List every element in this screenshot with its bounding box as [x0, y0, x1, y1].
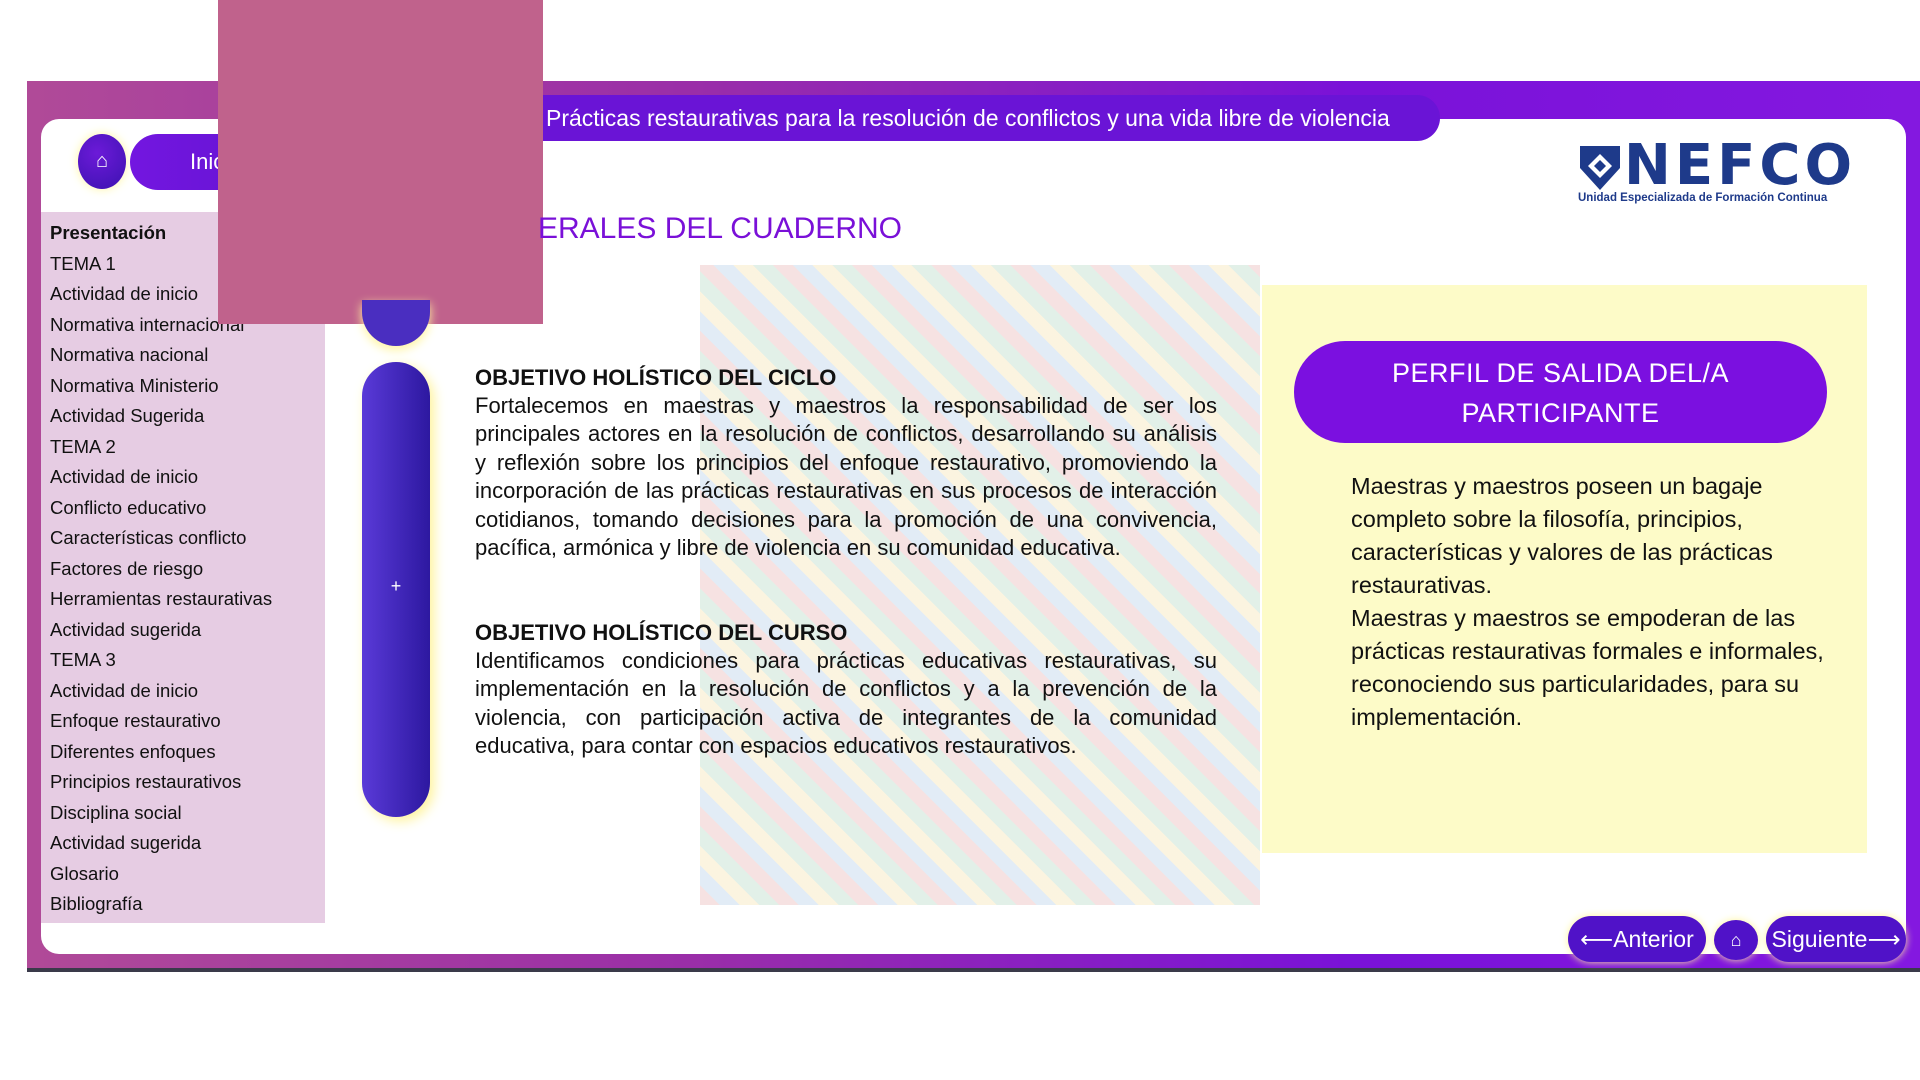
objetivo-curso-text: Identificamos condiciones para prácticas… [475, 648, 1217, 759]
objetivo-curso-heading: OBJETIVO HOLÍSTICO DEL CURSO [475, 620, 848, 645]
home-icon: ⌂ [95, 150, 109, 172]
sidebar-item-actividad-inicio-2[interactable]: Actividad de inicio [41, 462, 325, 493]
perfil-title: PERFIL DE SALIDA DEL/A PARTICIPANTE [1294, 341, 1827, 443]
sidebar-item-diferentes-enfoques[interactable]: Diferentes enfoques [41, 737, 325, 768]
background-pattern [700, 265, 1260, 905]
sidebar-item-actividad-sugerida-1[interactable]: Actividad Sugerida [41, 401, 325, 432]
objetivo-ciclo-text: Fortalecemos en maestras y maestros la r… [475, 393, 1217, 561]
sidebar-item-normativa-ministerio[interactable]: Normativa Ministerio [41, 371, 325, 402]
anterior-button[interactable]: ⟵Anterior [1568, 916, 1706, 962]
perfil-paragraph-1: Maestras y maestros poseen un bagaje com… [1351, 473, 1773, 598]
course-title-bar: Prácticas restaurativas para la resoluci… [520, 95, 1440, 141]
sidebar-item-tema-3[interactable]: TEMA 3 [41, 645, 325, 676]
sidebar-item-actividad-sugerida-2[interactable]: Actividad sugerida [41, 615, 325, 646]
sidebar-item-enfoque-restaurativo[interactable]: Enfoque restaurativo [41, 706, 325, 737]
logo-subtitle: Unidad Especializada de Formación Contin… [1578, 192, 1828, 204]
sidebar-item-normativa-nacional[interactable]: Normativa nacional [41, 340, 325, 371]
sidebar-item-disciplina-social[interactable]: Disciplina social [41, 798, 325, 829]
footer-home-button[interactable]: ⌂ [1714, 920, 1758, 960]
logo-wordmark: NEFCO [1624, 133, 1857, 198]
sidebar-item-caracteristicas-conflicto[interactable]: Características conflicto [41, 523, 325, 554]
sidebar-item-actividad-inicio-3[interactable]: Actividad de inicio [41, 676, 325, 707]
sidebar-item-factores-riesgo[interactable]: Factores de riesgo [41, 554, 325, 585]
objetivo-ciclo-heading: OBJETIVO HOLÍSTICO DEL CICLO [475, 365, 837, 390]
expand-tab-button[interactable]: + [362, 362, 430, 817]
sidebar-item-conflicto-educativo[interactable]: Conflicto educativo [41, 493, 325, 524]
sidebar-item-tema-2[interactable]: TEMA 2 [41, 432, 325, 463]
plus-icon: + [390, 576, 402, 596]
sidebar-item-glosario[interactable]: Glosario [41, 859, 325, 890]
perfil-paragraph-2: Maestras y maestros se empoderan de las … [1351, 605, 1824, 730]
perfil-title-line-2: PARTICIPANTE [1461, 398, 1660, 428]
perfil-text: Maestras y maestros poseen un bagaje com… [1351, 470, 1831, 734]
objetivo-ciclo: OBJETIVO HOLÍSTICO DEL CICLO Fortalecemo… [475, 364, 1217, 562]
sidebar-item-actividad-sugerida-3[interactable]: Actividad sugerida [41, 828, 325, 859]
home-icon: ⌂ [1730, 930, 1742, 950]
home-button[interactable]: ⌂ [78, 134, 126, 189]
nefco-logo: NEFCO Unidad Especializada de Formación … [1578, 134, 1900, 208]
logo-emblem-icon [1580, 146, 1620, 190]
objetivo-curso: OBJETIVO HOLÍSTICO DEL CURSO Identificam… [475, 619, 1217, 761]
siguiente-button[interactable]: Siguiente⟶ [1766, 916, 1906, 962]
sidebar-item-principios-restaurativos[interactable]: Principios restaurativos [41, 767, 325, 798]
section-title: ERALES DEL CUADERNO [538, 212, 902, 245]
overlay-block [218, 0, 543, 324]
perfil-title-line-1: PERFIL DE SALIDA DEL/A [1391, 358, 1730, 388]
sidebar-item-herramientas-restaurativas[interactable]: Herramientas restaurativas [41, 584, 325, 615]
frame-bottom-border [27, 968, 1920, 972]
sidebar-item-bibliografia[interactable]: Bibliografía [41, 889, 325, 920]
